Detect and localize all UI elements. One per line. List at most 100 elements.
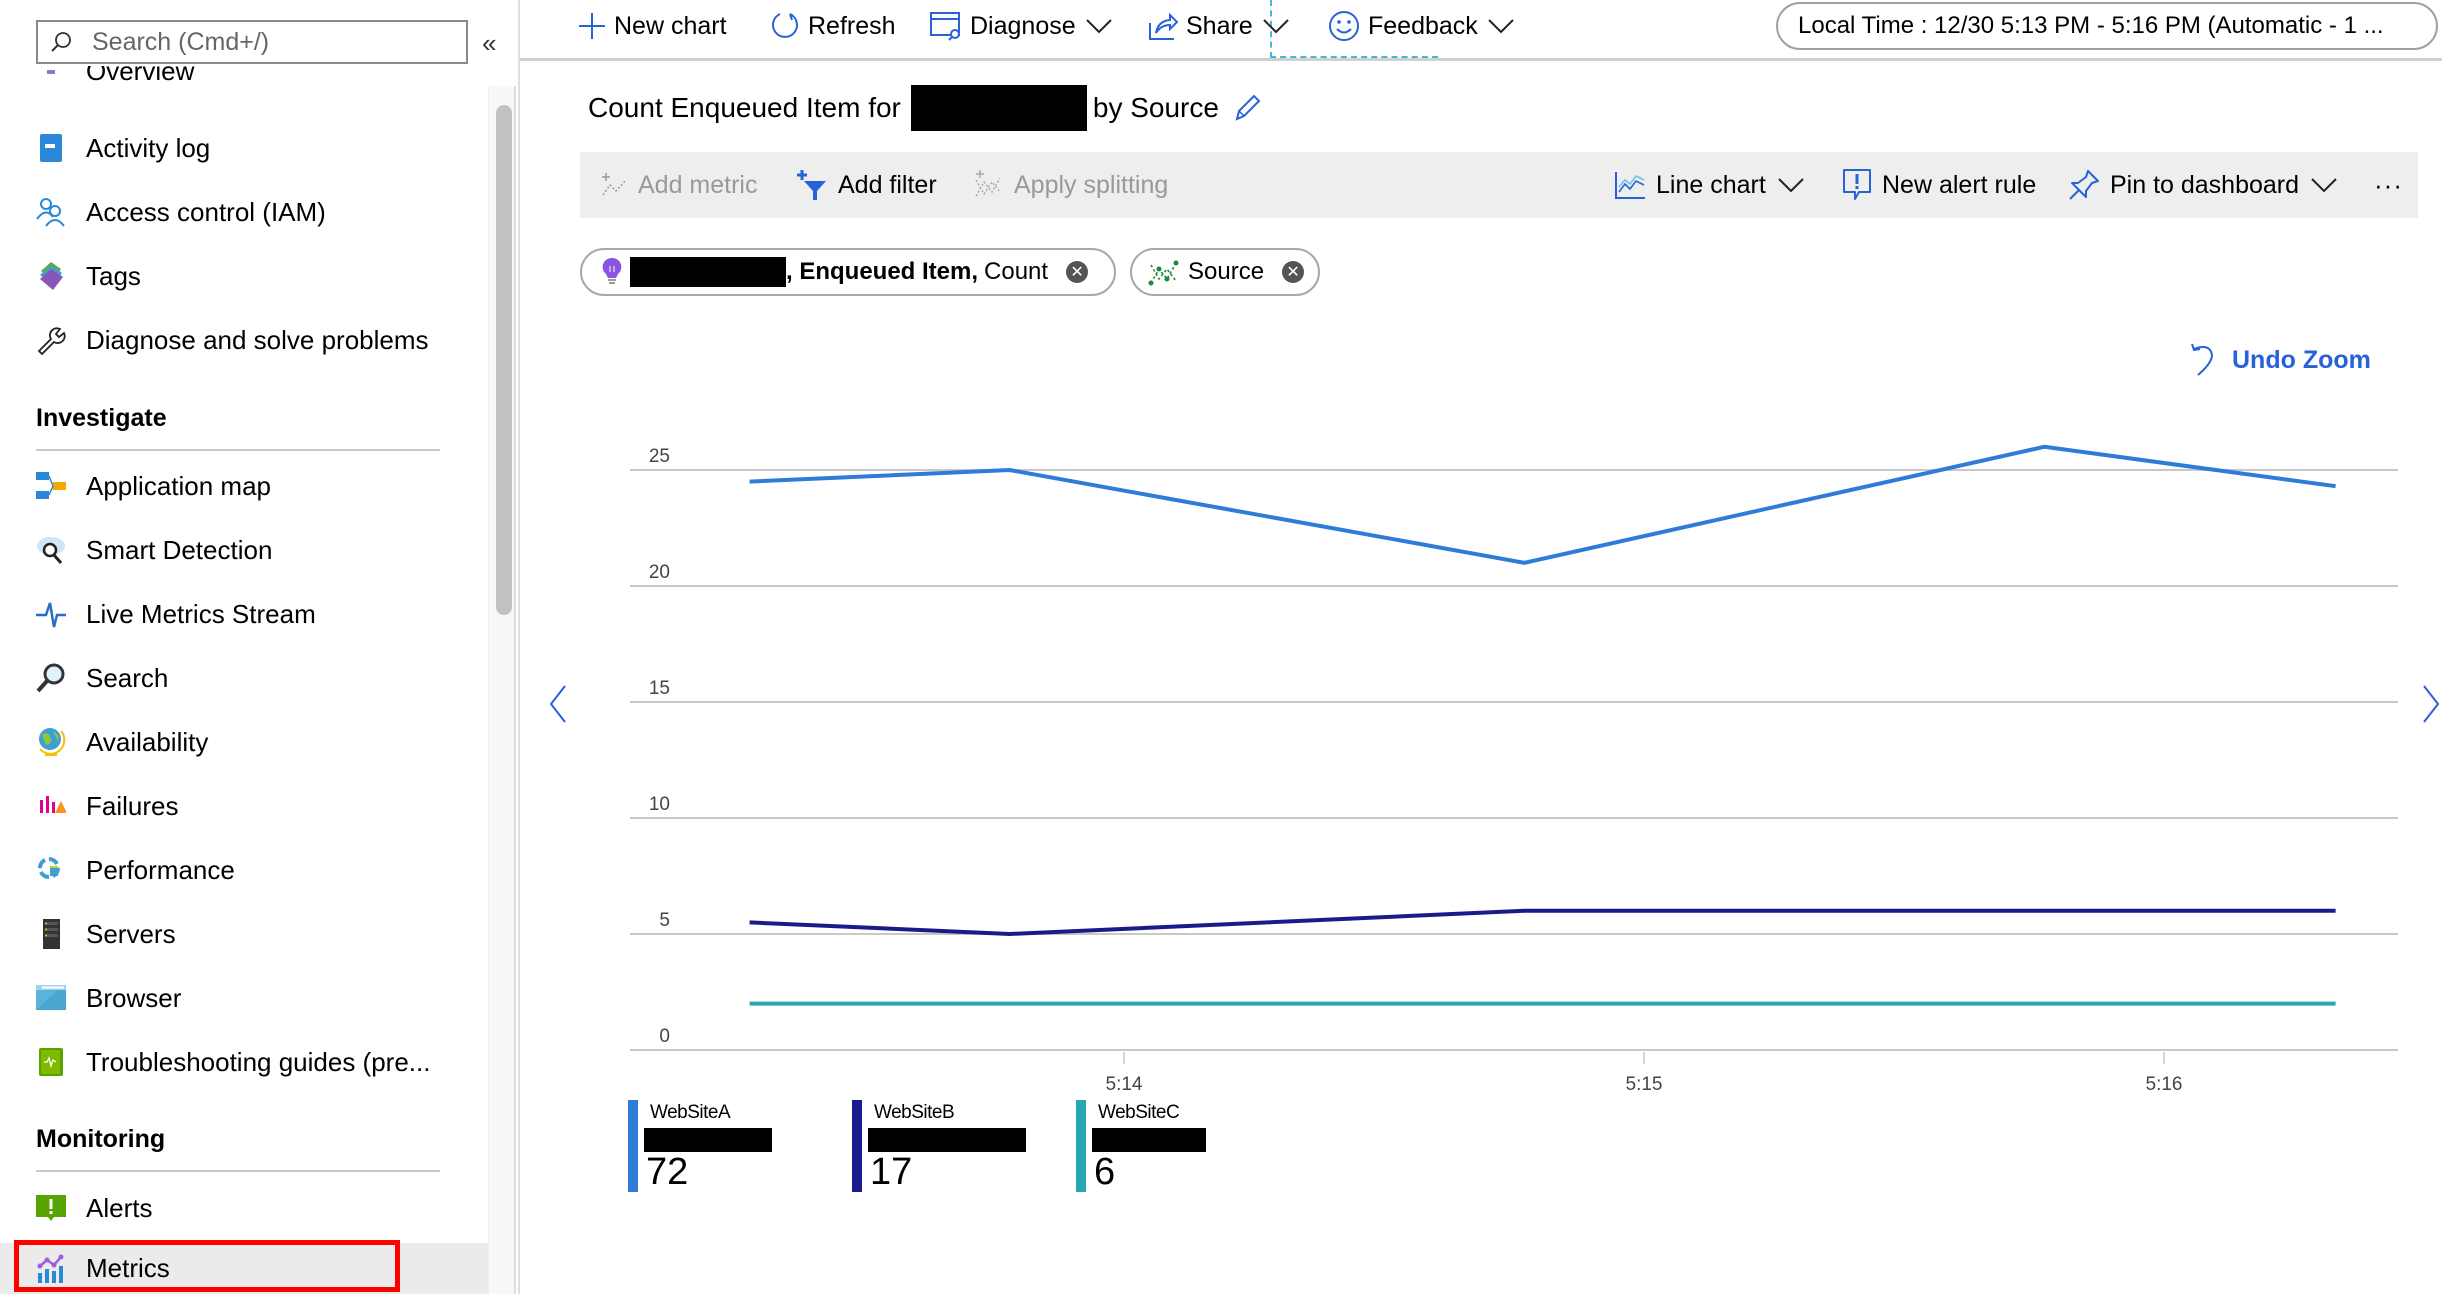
smart-detection-icon (36, 535, 66, 565)
chart-command-bar: Add metric Add filter Apply splitting Li… (580, 152, 2418, 218)
refresh-button[interactable]: Refresh (770, 6, 896, 46)
diagnose-icon (930, 12, 960, 41)
diagnose-button[interactable]: Diagnose (930, 6, 1112, 46)
new-alert-rule-button[interactable]: New alert rule (1842, 165, 2036, 205)
sidebar-search-input[interactable] (90, 26, 454, 58)
edit-pencil-icon[interactable] (1233, 93, 1261, 123)
pin-icon (2069, 170, 2099, 200)
access-control-icon (36, 197, 66, 227)
collapse-sidebar-button[interactable]: « (482, 26, 508, 60)
y-tick-label: 20 (649, 562, 670, 583)
live-metrics-icon (36, 599, 66, 629)
chart-title: Count Enqueued Item for by Source (588, 85, 1261, 131)
sidebar-scrollbar-thumb[interactable] (496, 105, 512, 615)
redacted-resource-name (1092, 1128, 1206, 1152)
undo-icon (2191, 343, 2214, 376)
chevron-down-icon (1263, 19, 1289, 34)
sidebar-item-access-control[interactable]: Access control (IAM) (0, 185, 488, 239)
highlight-box (14, 1240, 400, 1292)
add-filter-icon (797, 170, 826, 200)
sidebar: « Overview Activity log Access control (… (0, 0, 518, 1294)
redacted-resource-name (868, 1128, 1026, 1152)
series-line-websiteb (749, 908, 2336, 937)
feedback-button[interactable]: Feedback (1328, 6, 1514, 46)
sidebar-item-application-map[interactable]: Application map (0, 459, 488, 513)
chevron-down-icon (1085, 19, 1112, 34)
alert-rule-icon (1843, 169, 1871, 200)
series-line-websitea (749, 444, 2336, 565)
remove-split-icon[interactable]: ✕ (1282, 261, 1305, 283)
sidebar-item-search[interactable]: Search (0, 651, 488, 705)
sidebar-search[interactable] (36, 20, 468, 64)
chevron-right-icon[interactable] (2418, 684, 2442, 724)
share-button[interactable]: Share (1148, 6, 1289, 46)
time-range-picker[interactable]: Local Time : 12/30 5:13 PM - 5:16 PM (Au… (1776, 2, 2438, 50)
plus-icon (579, 13, 605, 39)
metric-pill[interactable]: , Enqueued Item, Count ✕ (580, 248, 1116, 296)
sidebar-item-smart-detection[interactable]: Smart Detection (0, 523, 488, 577)
legend-series-name: WebSiteC (1098, 1102, 1180, 1123)
legend-color-swatch (1076, 1100, 1086, 1192)
activity-log-icon (36, 133, 66, 163)
chart-type-dropdown[interactable]: Line chart (1614, 165, 1804, 205)
chevron-down-icon (1778, 178, 1804, 193)
sidebar-item-failures[interactable]: Failures (0, 779, 488, 833)
sidebar-item-performance[interactable]: Performance (0, 843, 488, 897)
lightbulb-icon (602, 257, 622, 284)
overview-icon (36, 66, 66, 86)
sidebar-item-overview[interactable]: Overview (0, 66, 488, 98)
pin-to-dashboard-dropdown[interactable]: Pin to dashboard (2068, 165, 2337, 205)
x-tick-label: 5:15 (1626, 1074, 1663, 1095)
add-metric-button[interactable]: Add metric (600, 165, 757, 205)
sidebar-item-activity-log[interactable]: Activity log (0, 121, 488, 175)
smiley-icon (1329, 11, 1359, 41)
chevron-down-icon (2311, 178, 2337, 193)
availability-globe-icon (36, 727, 66, 757)
failures-icon (36, 791, 66, 821)
sidebar-item-servers[interactable]: Servers (0, 907, 488, 961)
legend-series-value: 72 (646, 1151, 689, 1193)
tags-icon (36, 261, 66, 291)
new-chart-button[interactable]: New chart (578, 6, 727, 46)
undo-zoom-button[interactable]: Undo Zoom (2190, 340, 2371, 380)
servers-icon (36, 919, 66, 949)
more-options-button[interactable]: ··· (2374, 165, 2403, 205)
remove-metric-icon[interactable]: ✕ (1066, 261, 1089, 283)
browser-icon (36, 983, 66, 1013)
sidebar-item-alerts[interactable]: Alerts (0, 1181, 488, 1235)
refresh-icon (772, 13, 798, 38)
sidebar-divider (518, 0, 520, 1294)
y-tick-label: 25 (649, 446, 670, 467)
add-filter-button[interactable]: Add filter (796, 165, 937, 205)
sidebar-item-tags[interactable]: Tags (0, 249, 488, 303)
sidebar-item-availability[interactable]: Availability (0, 715, 488, 769)
split-pill[interactable]: Source ✕ (1130, 248, 1320, 296)
x-tick-label: 5:16 (2146, 1074, 2183, 1095)
search-icon (36, 663, 66, 693)
chevron-left-icon[interactable] (545, 684, 571, 724)
section-header-monitoring: Monitoring (36, 1125, 166, 1153)
sidebar-item-diagnose-solve[interactable]: Diagnose and solve problems (0, 313, 488, 367)
top-toolbar: New chart Refresh Diagnose Share Feedbac… (520, 0, 2442, 61)
section-divider (36, 449, 440, 451)
sidebar-item-browser[interactable]: Browser (0, 971, 488, 1025)
apply-splitting-icon (975, 170, 1001, 197)
sidebar-item-troubleshooting-guides[interactable]: Troubleshooting guides (pre... (0, 1035, 488, 1089)
apply-splitting-button[interactable]: Apply splitting (972, 165, 1168, 205)
troubleshooting-guides-icon (36, 1047, 66, 1077)
legend-color-swatch (628, 1100, 638, 1192)
x-tick-label: 5:14 (1106, 1074, 1143, 1095)
y-tick-label: 10 (649, 794, 670, 815)
legend-series-name: WebSiteA (650, 1102, 731, 1123)
splitting-icon (1148, 260, 1179, 286)
sidebar-item-live-metrics[interactable]: Live Metrics Stream (0, 587, 488, 641)
redacted-resource-name (630, 257, 786, 287)
add-metric-icon (602, 173, 626, 196)
line-chart-icon (1615, 172, 1645, 199)
legend-series-name: WebSiteB (874, 1102, 955, 1123)
application-map-icon (36, 471, 66, 501)
y-tick-label: 0 (659, 1026, 670, 1047)
legend-color-swatch (852, 1100, 862, 1192)
y-tick-label: 5 (659, 910, 670, 931)
section-divider (36, 1170, 440, 1172)
